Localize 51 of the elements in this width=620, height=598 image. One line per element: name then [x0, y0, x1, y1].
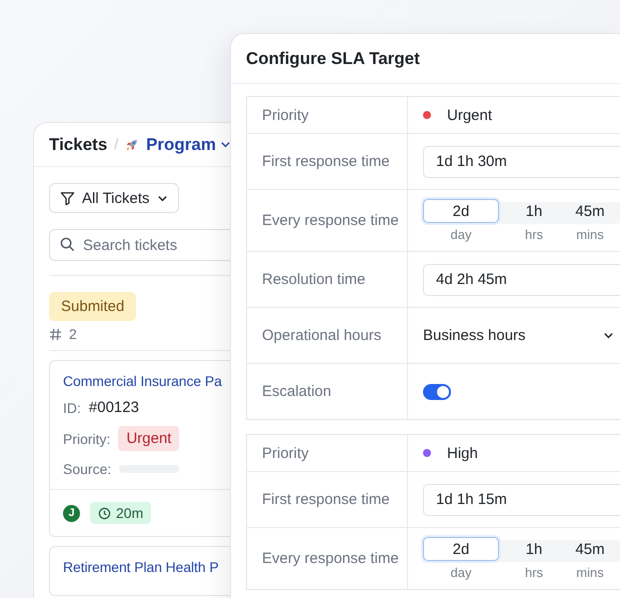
- filter-dropdown[interactable]: All Tickets: [49, 183, 179, 213]
- unit-label: mins: [576, 227, 604, 242]
- duration-segment[interactable]: 1h: [505, 537, 563, 561]
- time-field[interactable]: 1d 1h 15m: [423, 484, 620, 516]
- program-dropdown[interactable]: Program: [146, 134, 231, 154]
- row-label: Every response time: [247, 190, 408, 251]
- assignee-avatar: J: [63, 504, 80, 522]
- ticket-id: #00123: [88, 399, 139, 416]
- search-field[interactable]: Search tickets: [49, 229, 231, 261]
- hours-dropdown[interactable]: Business hours: [423, 327, 620, 344]
- row-label: Priority: [247, 97, 408, 133]
- duration-segment[interactable]: 45m: [567, 537, 613, 561]
- chevron-down-icon: [220, 139, 231, 150]
- priority-label: Priority:: [63, 430, 110, 446]
- duration-segment[interactable]: 2d: [423, 537, 499, 561]
- duration-segment[interactable]: 1h: [505, 199, 563, 223]
- source-label: Source:: [63, 461, 112, 477]
- panel-title: Configure SLA Target: [246, 48, 420, 68]
- unit-label: day: [450, 565, 472, 580]
- unit-label: hrs: [524, 565, 544, 580]
- row-label: Every response time: [247, 528, 408, 589]
- panel-title: Tickets: [49, 134, 108, 154]
- row-label: Escalation: [247, 364, 408, 419]
- unit-label: hrs: [524, 227, 544, 242]
- time-field[interactable]: 4d 2h 45m: [423, 264, 620, 296]
- search-icon: [60, 237, 75, 252]
- time-field[interactable]: 1d 1h 30m: [423, 146, 620, 178]
- duration-segment[interactable]: 2d: [423, 199, 499, 223]
- unit-label: mins: [576, 565, 604, 580]
- id-label: ID:: [63, 400, 81, 416]
- hash-icon: [49, 328, 62, 340]
- row-label: Resolution time: [247, 252, 408, 307]
- row-label: Operational hours: [247, 308, 408, 363]
- duration-segment[interactable]: 45m: [567, 199, 613, 223]
- ticket-title[interactable]: Commercial Insurance Pa: [63, 373, 231, 389]
- ticket-count: 2: [69, 326, 77, 342]
- priority-value: Urgent: [447, 106, 492, 124]
- unit-label: day: [450, 227, 472, 242]
- clock-icon: [98, 506, 111, 520]
- ticket-title[interactable]: Retirement Plan Health P: [63, 559, 231, 575]
- status-badge: Submited: [49, 292, 136, 321]
- row-label: First response time: [247, 472, 408, 527]
- breadcrumb-separator: /: [114, 136, 118, 153]
- chevron-down-icon: [603, 330, 614, 341]
- priority-value: High: [447, 444, 478, 462]
- row-label: First response time: [247, 134, 408, 189]
- row-label: Priority: [247, 435, 408, 471]
- filter-icon: [60, 190, 75, 206]
- escalation-toggle[interactable]: [423, 384, 451, 400]
- timer-badge: 20m: [90, 502, 152, 524]
- priority-badge: Urgent: [118, 426, 180, 451]
